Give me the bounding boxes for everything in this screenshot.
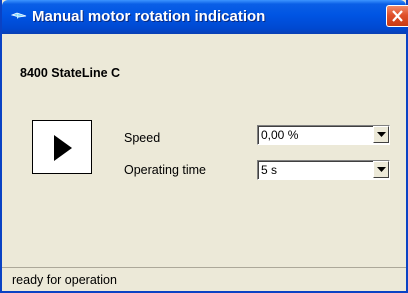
chevron-down-icon — [377, 167, 386, 172]
play-triangle-icon — [54, 135, 72, 161]
close-icon — [392, 10, 403, 22]
operating-time-dropdown-button[interactable] — [373, 161, 389, 178]
status-text: ready for operation — [12, 273, 117, 287]
dialog-window: Manual motor rotation indication 8400 St… — [0, 0, 408, 293]
operating-time-select[interactable]: 5 s — [257, 160, 390, 180]
speed-value: 0,00 % — [261, 128, 299, 142]
speed-label: Speed — [124, 131, 161, 145]
status-bar: ready for operation — [2, 267, 406, 291]
window-title: Manual motor rotation indication — [32, 8, 266, 25]
app-icon — [10, 10, 27, 24]
speed-select[interactable]: 0,00 % — [257, 125, 390, 145]
device-name: 8400 StateLine C — [20, 66, 121, 80]
close-button[interactable] — [386, 5, 408, 27]
title-bar[interactable]: Manual motor rotation indication — [2, 0, 408, 34]
operating-time-label: Operating time — [124, 163, 206, 177]
speed-dropdown-button[interactable] — [373, 126, 389, 143]
start-rotation-button[interactable] — [32, 120, 92, 174]
chevron-down-icon — [377, 132, 386, 137]
operating-time-value: 5 s — [261, 163, 278, 177]
